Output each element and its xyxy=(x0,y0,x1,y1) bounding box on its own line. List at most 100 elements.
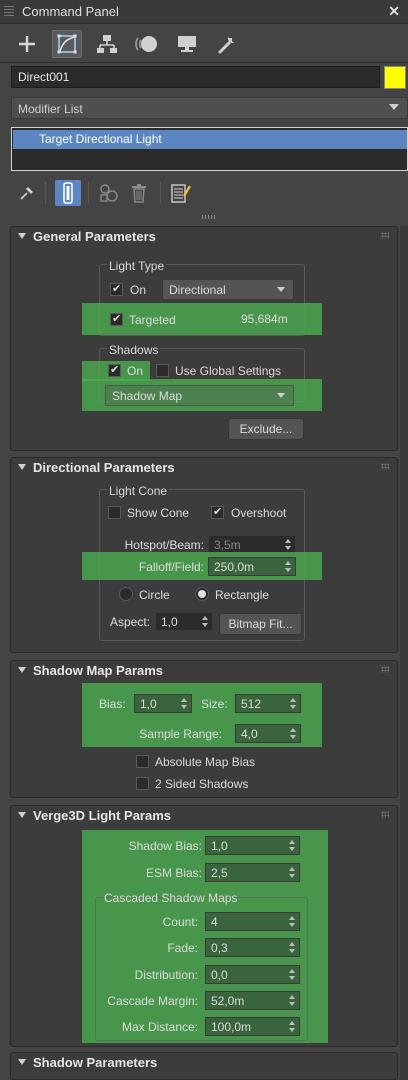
separator xyxy=(45,182,46,204)
shadows-label: Shadows xyxy=(107,343,161,357)
rollout-title: Shadow Parameters xyxy=(33,1055,158,1070)
circle-radio[interactable] xyxy=(119,587,133,601)
rollout-title: Shadow Map Params xyxy=(33,663,164,678)
tab-motion[interactable] xyxy=(132,30,162,58)
hierarchy-icon xyxy=(97,35,117,53)
rectangle-label: Rectangle xyxy=(215,588,270,602)
configure-modifier-sets-button[interactable] xyxy=(168,180,194,206)
spinner-arrows-icon[interactable] xyxy=(289,840,295,852)
rollout-shadow-parameters: Shadow Parameters xyxy=(10,1052,398,1080)
configure-modifier-sets-icon xyxy=(171,184,191,203)
aspect-value: 1,0 xyxy=(161,615,178,629)
rectangle-radio[interactable] xyxy=(195,587,209,601)
light-type-dropdown[interactable]: Directional xyxy=(162,279,294,300)
two-sided-shadows-checkbox[interactable] xyxy=(136,777,149,790)
spinner-arrows-icon[interactable] xyxy=(285,539,291,551)
command-panel-tabs xyxy=(0,26,408,62)
spinner-arrows-icon[interactable] xyxy=(181,698,187,710)
spinner-arrows-icon[interactable] xyxy=(290,698,296,710)
rollout-title: General Parameters xyxy=(33,229,156,244)
sample-range-spinner[interactable]: 4,0 xyxy=(235,724,301,743)
use-global-settings-checkbox[interactable] xyxy=(156,364,169,377)
exclude-button[interactable]: Exclude... xyxy=(228,418,304,440)
spinner-arrows-icon[interactable] xyxy=(289,867,295,879)
distribution-spinner[interactable]: 0,0 xyxy=(205,965,300,984)
size-spinner[interactable]: 512 xyxy=(235,694,301,713)
bias-spinner[interactable]: 1,0 xyxy=(134,694,192,713)
spinner-arrows-icon[interactable] xyxy=(289,1021,295,1033)
sample-range-label: Sample Range: xyxy=(139,727,222,741)
collapse-triangle-icon xyxy=(18,1059,26,1065)
stack-item-selected[interactable]: Target Directional Light xyxy=(13,130,407,149)
shadow-type-dropdown[interactable]: Shadow Map xyxy=(105,385,294,406)
tab-utilities[interactable] xyxy=(212,30,242,58)
circle-label: Circle xyxy=(139,588,170,602)
distribution-label: Distribution: xyxy=(134,968,198,982)
size-value: 512 xyxy=(241,697,262,711)
spinner-arrows-icon[interactable] xyxy=(289,942,295,954)
object-name-field[interactable]: Direct001 xyxy=(11,66,380,88)
scrollbar[interactable] xyxy=(400,226,408,1080)
rollout-grip-icon xyxy=(381,666,389,673)
overshoot-checkbox[interactable] xyxy=(211,505,224,519)
rollout-grip-icon xyxy=(381,232,389,239)
tab-display[interactable] xyxy=(172,30,202,58)
rollout-header[interactable]: General Parameters xyxy=(11,227,397,247)
count-spinner[interactable]: 4 xyxy=(205,912,300,931)
collapse-triangle-icon xyxy=(18,667,26,673)
spinner-arrows-icon[interactable] xyxy=(289,969,295,981)
close-icon[interactable]: ✕ xyxy=(388,3,400,20)
falloff-spinner[interactable]: 250,0m xyxy=(208,557,296,576)
separator xyxy=(88,182,89,204)
absolute-map-bias-checkbox[interactable] xyxy=(136,755,149,768)
remove-modifier-button[interactable] xyxy=(126,180,152,206)
tab-create[interactable] xyxy=(12,30,42,58)
count-value: 4 xyxy=(211,915,218,929)
modifier-list-label: Modifier List xyxy=(18,102,83,116)
hotspot-label: Hotspot/Beam: xyxy=(124,538,204,552)
esm-bias-label: ESM Bias: xyxy=(145,866,202,880)
make-unique-button[interactable] xyxy=(96,180,122,206)
esm-bias-spinner[interactable]: 2,5 xyxy=(205,863,300,882)
show-cone-checkbox[interactable] xyxy=(108,506,121,519)
rollout-header[interactable]: Shadow Parameters xyxy=(11,1053,397,1073)
rollout-header[interactable]: Directional Parameters xyxy=(11,458,397,478)
max-distance-label: Max Distance: xyxy=(121,1020,198,1034)
modifier-stack[interactable]: Target Directional Light xyxy=(11,127,408,171)
spinner-arrows-icon[interactable] xyxy=(285,561,291,573)
tab-hierarchy[interactable] xyxy=(92,30,122,58)
light-on-checkbox[interactable] xyxy=(110,282,123,296)
spinner-arrows-icon[interactable] xyxy=(289,995,295,1007)
max-distance-spinner[interactable]: 100,0m xyxy=(205,1017,300,1036)
fade-spinner[interactable]: 0,3 xyxy=(205,938,300,957)
bias-value: 1,0 xyxy=(140,697,157,711)
create-plus-icon xyxy=(19,36,35,52)
aspect-spinner[interactable]: 1,0 xyxy=(155,612,213,631)
resize-handle[interactable] xyxy=(202,215,216,219)
targeted-checkbox[interactable] xyxy=(110,312,123,326)
separator xyxy=(160,182,161,204)
tab-modify[interactable] xyxy=(52,30,82,58)
show-end-result-button[interactable] xyxy=(55,180,81,206)
cascade-margin-spinner[interactable]: 52,0m xyxy=(205,991,300,1010)
bitmap-fit-button[interactable]: Bitmap Fit... xyxy=(219,613,302,635)
spinner-arrows-icon[interactable] xyxy=(290,728,296,740)
pin-stack-button[interactable] xyxy=(14,180,40,206)
bias-label: Bias: xyxy=(99,697,126,711)
spinner-arrows-icon[interactable] xyxy=(289,916,295,928)
shadow-bias-value: 1,0 xyxy=(211,839,228,853)
shadows-on-label: On xyxy=(127,364,144,378)
rollout-header[interactable]: Shadow Map Params xyxy=(11,661,397,681)
shadow-bias-spinner[interactable]: 1,0 xyxy=(205,836,300,855)
rollout-header[interactable]: Verge3D Light Params xyxy=(11,806,397,826)
show-cone-label: Show Cone xyxy=(127,506,190,520)
drag-grip-icon[interactable] xyxy=(4,6,14,18)
shadows-on-checkbox[interactable] xyxy=(108,363,121,377)
modifier-list-dropdown[interactable]: Modifier List xyxy=(11,97,408,119)
utilities-wrench-icon xyxy=(218,37,234,54)
spinner-arrows-icon[interactable] xyxy=(202,616,208,628)
object-color-swatch[interactable] xyxy=(384,66,406,89)
show-end-result-icon xyxy=(63,182,73,204)
pin-icon xyxy=(20,187,33,200)
display-icon xyxy=(178,36,196,52)
